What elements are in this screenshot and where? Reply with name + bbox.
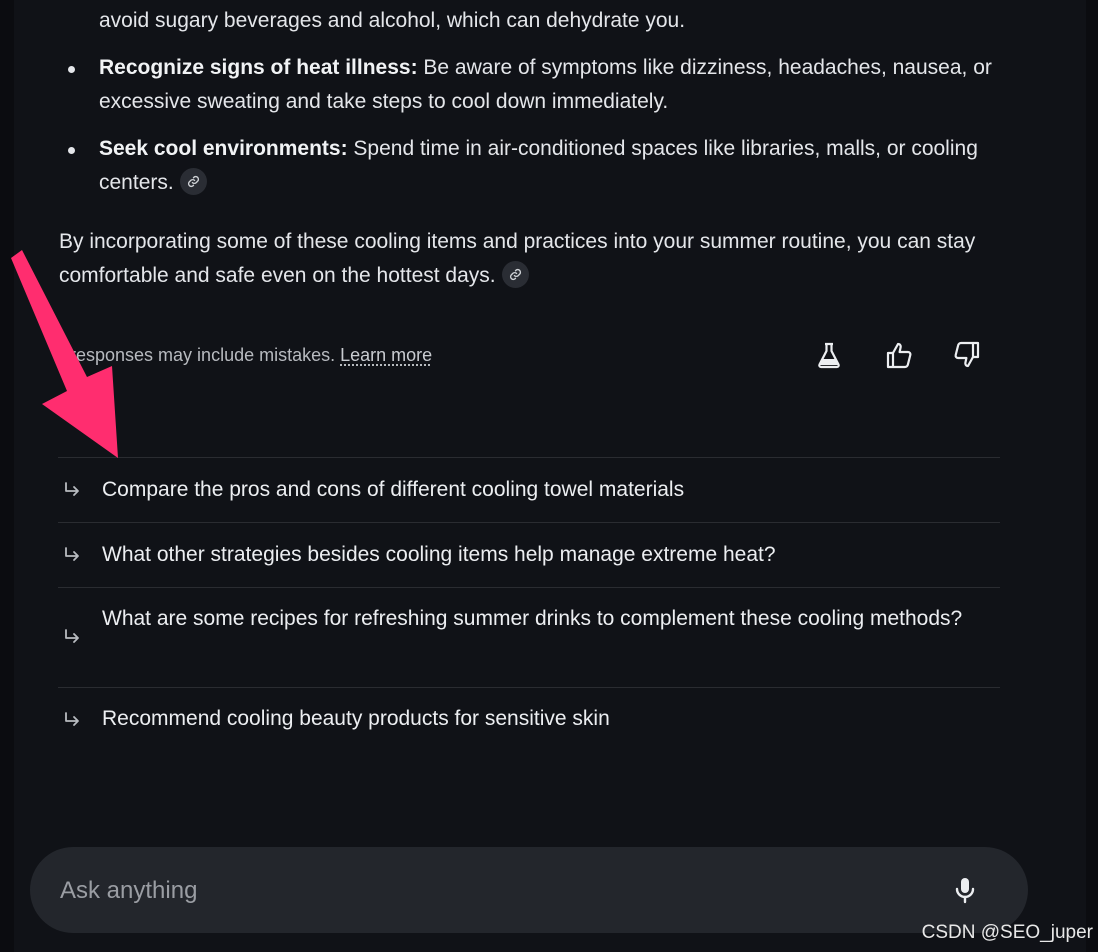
link-icon: [509, 268, 521, 280]
learn-more-link[interactable]: Learn more: [340, 345, 432, 365]
suggestion-item[interactable]: Compare the pros and cons of different c…: [58, 457, 1000, 522]
bullet-heading: Seek cool environments:: [99, 137, 348, 160]
suggestion-item[interactable]: Recommend cooling beauty products for se…: [58, 687, 1000, 751]
suggestion-label: What other strategies besides cooling it…: [102, 543, 776, 566]
bullet-dot: [68, 147, 75, 154]
link-icon: [187, 175, 199, 187]
suggestion-item[interactable]: What are some recipes for refreshing sum…: [58, 587, 1000, 687]
bullet-item-cool-environments: Seek cool environments: Spend time in ai…: [60, 132, 1000, 200]
source-link-chip[interactable]: [179, 167, 207, 195]
watermark: CSDN @SEO_juper: [921, 922, 1093, 943]
source-link-chip[interactable]: [501, 260, 529, 288]
left-edge: [0, 0, 14, 952]
bullet-text: Recognize signs of heat illness: Be awar…: [99, 51, 999, 119]
bullet-item-heat-illness: Recognize signs of heat illness: Be awar…: [60, 51, 1000, 119]
suggestion-item[interactable]: What other strategies besides cooling it…: [58, 522, 1000, 587]
ai-response-screen: avoid sugary beverages and alcohol, whic…: [0, 0, 1098, 952]
suggestion-label: Compare the pros and cons of different c…: [102, 478, 685, 501]
suggestion-list: Compare the pros and cons of different c…: [58, 457, 1000, 751]
reply-arrow-icon: [65, 629, 79, 643]
bullet-dot: [68, 66, 75, 73]
ask-input[interactable]: [58, 869, 922, 913]
right-edge: [1086, 0, 1098, 952]
ask-bar: [30, 847, 1028, 933]
reply-arrow-icon: [65, 482, 79, 496]
reply-arrow-icon: [65, 547, 79, 561]
flask-icon[interactable]: [814, 340, 844, 370]
bullet-heading: Recognize signs of heat illness:: [99, 56, 418, 79]
microphone-icon[interactable]: [950, 875, 980, 905]
closing-paragraph: By incorporating some of these cooling i…: [59, 225, 1019, 293]
bullet-continuation-text: avoid sugary beverages and alcohol, whic…: [99, 9, 686, 32]
suggestion-label: Recommend cooling beauty products for se…: [102, 707, 610, 730]
thumbs-down-icon[interactable]: [952, 340, 982, 370]
suggestion-label: What are some recipes for refreshing sum…: [102, 607, 963, 630]
reply-arrow-icon: [65, 712, 79, 726]
thumbs-up-icon[interactable]: [884, 340, 914, 370]
disclaimer-text: responses may include mistakes.: [70, 345, 336, 365]
ai-disclaimer: responses may include mistakes. Learn mo…: [70, 342, 432, 368]
bullet-text: Seek cool environments: Spend time in ai…: [99, 132, 999, 200]
